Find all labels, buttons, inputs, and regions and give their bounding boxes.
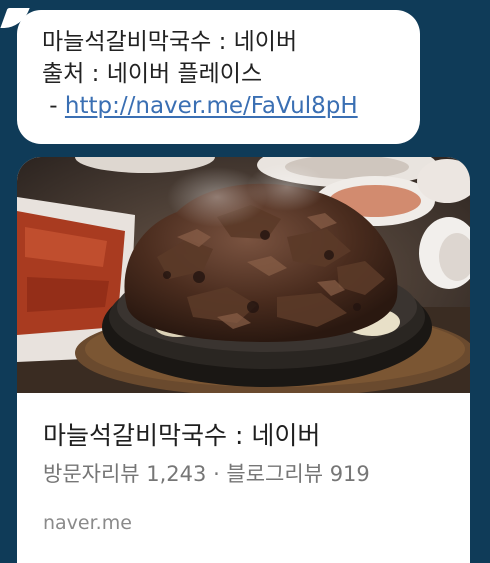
message-bubble[interactable]: 마늘석갈비막국수 : 네이버 출처 : 네이버 플레이스 - http://na… [17,10,420,144]
message-line-link: - http://naver.me/FaVul8pH [42,90,400,122]
link-prefix: - [42,93,65,119]
link-preview-card[interactable]: 마늘석갈비막국수 : 네이버 방문자리뷰 1,243 · 블로그리뷰 919 n… [17,157,470,563]
preview-title[interactable]: 마늘석갈비막국수 : 네이버 [43,416,320,452]
message-link[interactable]: http://naver.me/FaVul8pH [65,93,358,119]
message-line-title: 마늘석갈비막국수 : 네이버 [42,29,298,55]
message-line-source: 출처 : 네이버 플레이스 [42,61,263,87]
preview-domain: naver.me [43,512,132,534]
preview-subtitle: 방문자리뷰 1,243 · 블로그리뷰 919 [43,462,370,486]
preview-image[interactable] [17,157,470,393]
